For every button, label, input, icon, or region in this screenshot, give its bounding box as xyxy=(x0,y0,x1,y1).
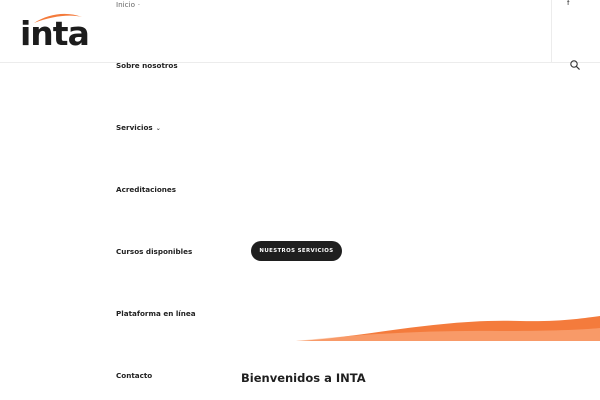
orange-wave-divider xyxy=(296,316,600,341)
welcome-heading: Bienvenidos a INTA xyxy=(241,371,366,385)
